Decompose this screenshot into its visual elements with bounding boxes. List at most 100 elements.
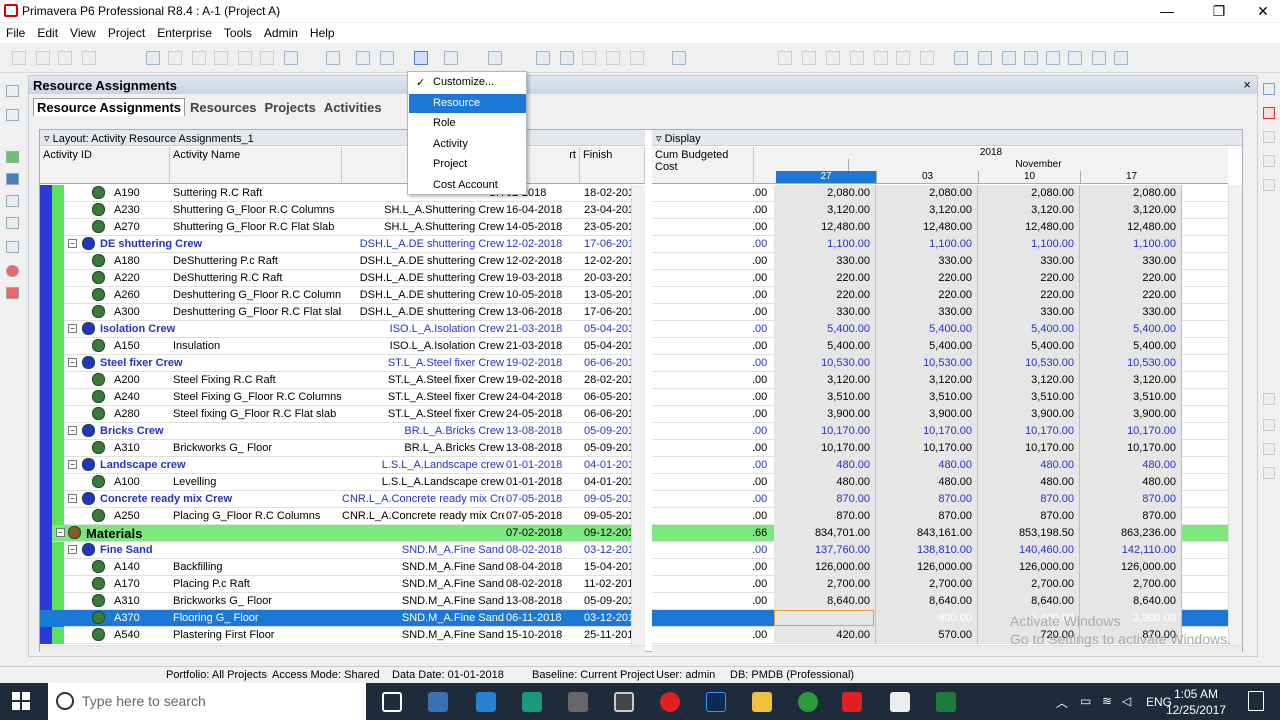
- dropdown-item-project[interactable]: Project: [433, 158, 467, 170]
- copy-assignment-icon[interactable]: [1263, 131, 1275, 143]
- cost-row[interactable]: .00 10,170.00 10,170.00 10,170.00 10,170.00: [652, 440, 1228, 457]
- cost-row[interactable]: .00 10,530.00 10,530.00 10,530.00 10,530.00: [652, 355, 1228, 372]
- calendar-icon[interactable]: [1046, 51, 1060, 65]
- work-products-icon[interactable]: [6, 217, 19, 229]
- cost-row[interactable]: .00 480.00 480.00 480.00 480.00: [652, 474, 1228, 491]
- table-row[interactable]: A270 Shuttering G_Floor R.C Flat Slab SH.L…: [40, 219, 645, 236]
- table-row[interactable]: A100 Levelling L.S.L_A.Landscape crew 01-01…: [40, 474, 645, 491]
- menu-admin[interactable]: Admin: [258, 23, 304, 40]
- menu-file[interactable]: File: [0, 23, 31, 40]
- cost-row[interactable]: .00 10,170.00 10,170.00 10,170.00 10,170.00: [652, 423, 1228, 440]
- cut-icon[interactable]: [58, 51, 72, 65]
- taskbar-search[interactable]: Type here to search: [48, 683, 366, 720]
- split-icon[interactable]: [630, 51, 644, 65]
- collapse-toggle[interactable]: −: [68, 460, 77, 469]
- left-horizontal-scrollbar[interactable]: [40, 645, 645, 653]
- cost-row[interactable]: .00 126,000.00 126,000.00 126,000.00 126,000…: [652, 559, 1228, 576]
- menu-project[interactable]: Project: [102, 23, 151, 40]
- cost-row[interactable]: .00 137,760.00 138,810.00 140,460.00 142,110…: [652, 542, 1228, 559]
- file-explorer-icon[interactable]: [752, 692, 772, 712]
- scroll-right-icon[interactable]: [1263, 467, 1275, 479]
- dropdown-item-resource[interactable]: Resource: [433, 97, 480, 109]
- scroll-up-icon[interactable]: [1263, 393, 1275, 405]
- dropdown-item-cost-account[interactable]: Cost Account: [433, 179, 498, 191]
- cost-row[interactable]: .00 5,400.00 5,400.00 5,400.00 5,400.00: [652, 321, 1228, 338]
- filter-icon[interactable]: [380, 51, 394, 65]
- assign-role-icon[interactable]: [1263, 179, 1275, 191]
- cost-row[interactable]: .00 220.00 220.00 220.00 220.00: [652, 270, 1228, 287]
- cost-row[interactable]: .00 2,700.00 2,700.00 2,700.00 2,700.00: [652, 576, 1228, 593]
- table-row[interactable]: A170 Placing P.c Raft SND.M_A.Fine Sand 08-…: [40, 576, 645, 593]
- col-activity-id[interactable]: Activity ID: [40, 147, 170, 184]
- schedule-icon[interactable]: [536, 51, 550, 65]
- resource-group-row[interactable]: − DE shuttering Crew DSH.L_A.DE shuttering…: [40, 236, 645, 253]
- activities-icon[interactable]: [6, 173, 19, 185]
- indent-icon[interactable]: [826, 51, 840, 65]
- app-icon-2[interactable]: [476, 692, 496, 712]
- down-icon[interactable]: [802, 51, 816, 65]
- network-icon[interactable]: ▭: [1080, 694, 1091, 708]
- resource-group-row[interactable]: − Steel fixer Crew ST.L_A.Steel fixer Crew…: [40, 355, 645, 372]
- menu-help[interactable]: Help: [304, 23, 341, 40]
- globe-icon[interactable]: [488, 51, 502, 65]
- dropdown-item-role[interactable]: Role: [433, 117, 456, 129]
- tracking-icon[interactable]: [6, 241, 19, 253]
- primavera-taskbar-icon[interactable]: [842, 692, 862, 712]
- menu-enterprise[interactable]: Enterprise: [151, 23, 218, 40]
- import-icon[interactable]: [238, 51, 252, 65]
- delete-icon[interactable]: [896, 51, 910, 65]
- calculator-icon[interactable]: [568, 692, 588, 712]
- bars-icon[interactable]: [356, 51, 370, 65]
- tab-resource-assignments[interactable]: Resource Assignments: [33, 98, 186, 116]
- menu-tools[interactable]: Tools: [218, 23, 258, 40]
- table-row[interactable]: A310 Brickworks G_ Floor SND.M_A.Fine Sand…: [40, 593, 645, 610]
- display-bar[interactable]: ▿ Display: [652, 130, 1242, 146]
- table-row[interactable]: A150 Insulation ISO.L_A.Isolation Crew 21-0…: [40, 338, 645, 355]
- codes-icon[interactable]: [1024, 51, 1038, 65]
- wbs-icon[interactable]: [6, 151, 19, 163]
- table-row[interactable]: A370 Flooring G_ Floor SND.M_A.Fine Sand 06…: [40, 610, 645, 627]
- maximize-button[interactable]: ❐: [1196, 0, 1242, 22]
- table-row[interactable]: A230 Shuttering G_Floor R.C Columns SH.L_A…: [40, 202, 645, 219]
- right-vertical-scrollbar[interactable]: [1228, 185, 1242, 645]
- left-vertical-scrollbar[interactable]: [631, 185, 645, 645]
- cost-row[interactable]: .00 870.00 870.00 870.00 870.00: [652, 491, 1228, 508]
- people-icon[interactable]: [954, 51, 968, 65]
- record-icon[interactable]: [660, 692, 680, 712]
- cost-row[interactable]: .00 3,120.00 3,120.00 3,120.00 3,120.00: [652, 202, 1228, 219]
- table-row[interactable]: A310 Brickworks G_ Floor BR.L_A.Bricks Cre…: [40, 440, 645, 457]
- cost-row[interactable]: .00 330.00 330.00 330.00 330.00: [652, 253, 1228, 270]
- up-icon[interactable]: [778, 51, 792, 65]
- page-setup-icon[interactable]: [192, 51, 206, 65]
- wrench-icon[interactable]: [1092, 51, 1106, 65]
- dropdown-item-activity[interactable]: Activity: [433, 138, 468, 150]
- excel-icon[interactable]: [936, 692, 956, 712]
- table-row[interactable]: A300 Deshuttering G_Floor R.C Flat slab DS…: [40, 304, 645, 321]
- table-row[interactable]: A260 Deshuttering G_Floor R.C Columns DSH.…: [40, 287, 645, 304]
- minimize-button[interactable]: —: [1144, 0, 1190, 22]
- resource-group-row[interactable]: − Bricks Crew BR.L_A.Bricks Crew 13-08-2018…: [40, 423, 645, 440]
- collapse-toggle[interactable]: −: [68, 358, 77, 367]
- collapse-toggle[interactable]: −: [68, 494, 77, 503]
- add-assignment-icon[interactable]: [1263, 83, 1275, 95]
- resources-icon[interactable]: [6, 109, 19, 121]
- collapse-toggle[interactable]: −: [56, 528, 65, 537]
- new-icon[interactable]: [12, 51, 26, 65]
- cost-row[interactable]: .00 5,400.00 5,400.00 5,400.00 5,400.00: [652, 338, 1228, 355]
- cost-row[interactable]: .00 2,080.00 2,080.00 2,080.00 2,080.00: [652, 185, 1228, 202]
- cost-row[interactable]: .00 8,640.00 8,640.00 8,640.00 8,640.00: [652, 593, 1228, 610]
- volume-icon[interactable]: ◁: [1122, 694, 1131, 708]
- cost-row[interactable]: .00 330.00 330.00 330.00 330.00: [652, 304, 1228, 321]
- menu-edit[interactable]: Edit: [31, 23, 64, 40]
- photoshop-icon[interactable]: [706, 692, 726, 712]
- resource-group-row[interactable]: − Landscape crew L.S.L_A.Landscape crew 01-…: [40, 457, 645, 474]
- paste-assignment-icon[interactable]: [1263, 155, 1275, 167]
- spell-icon[interactable]: [260, 51, 274, 65]
- timescale-week-selected[interactable]: 27: [776, 171, 876, 183]
- copy-icon[interactable]: [82, 51, 96, 65]
- collapse-toggle[interactable]: −: [68, 426, 77, 435]
- table-row[interactable]: A280 Steel fixing G_Floor R.C Flat slab ST…: [40, 406, 645, 423]
- layout-icon[interactable]: [444, 51, 458, 65]
- table-row[interactable]: A200 Steel Fixing R.C Raft ST.L_A.Steel fi…: [40, 372, 645, 389]
- export-icon[interactable]: [214, 51, 228, 65]
